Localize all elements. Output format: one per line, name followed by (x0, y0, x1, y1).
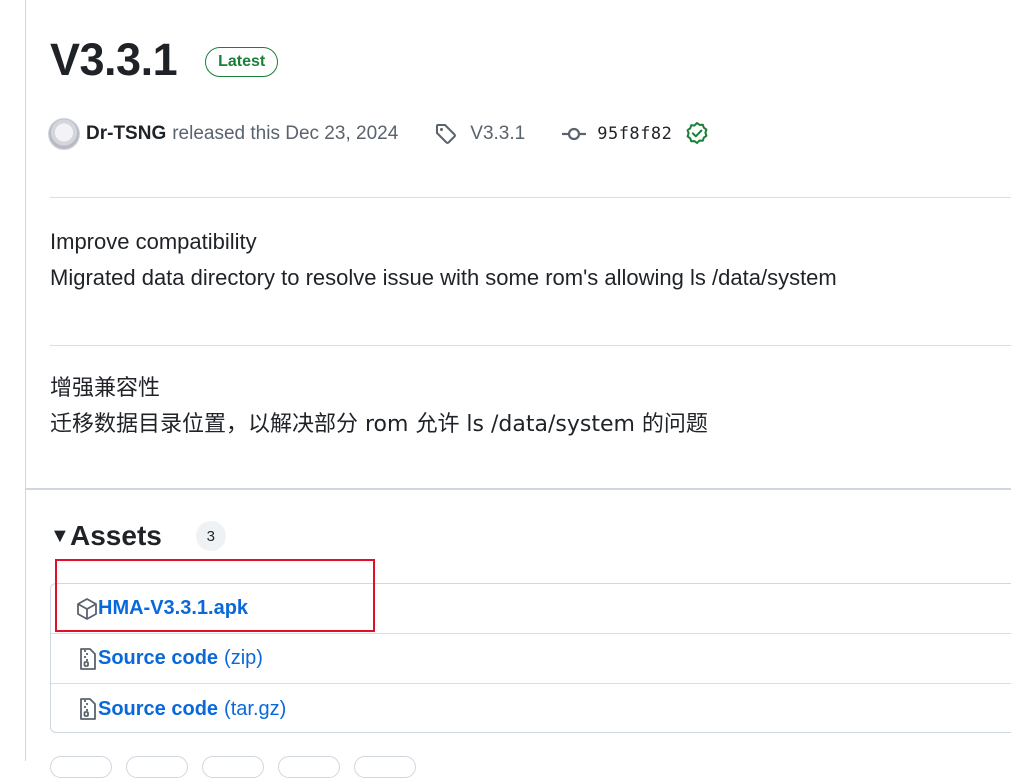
release-notes-en: Improve compatibility Migrated data dire… (50, 224, 837, 296)
release-meta: Dr-TSNG released this Dec 23, 2024 V3.3.… (48, 117, 710, 151)
reaction-button[interactable] (278, 756, 340, 778)
avatar[interactable] (48, 118, 80, 150)
note-line: Improve compatibility (50, 229, 257, 254)
file-zip-icon (76, 647, 98, 671)
asset-link[interactable]: HMA-V3.3.1.apk (98, 597, 248, 620)
latest-badge: Latest (205, 47, 279, 77)
section-divider (26, 488, 1011, 490)
assets-toggle[interactable]: ▼ Assets 3 (50, 520, 226, 552)
divider (50, 345, 1011, 346)
release-page: V3.3.1 Latest Dr-TSNG released this Dec … (26, 0, 1011, 778)
author-link[interactable]: Dr-TSNG (86, 123, 166, 145)
asset-row[interactable]: Source code (tar.gz) (51, 684, 1011, 734)
asset-row[interactable]: HMA-V3.3.1.apk (51, 584, 1011, 634)
asset-link[interactable]: Source code (98, 647, 218, 670)
divider (50, 197, 1011, 198)
assets-count-badge: 3 (195, 521, 226, 551)
commit-link[interactable]: 95f8f82 (597, 124, 672, 144)
reaction-button[interactable] (202, 756, 264, 778)
verified-icon[interactable] (684, 121, 710, 147)
package-icon (76, 597, 98, 621)
reaction-button[interactable] (354, 756, 416, 778)
tag-link[interactable]: V3.3.1 (470, 123, 525, 145)
assets-list: HMA-V3.3.1.apk Source code (zip) Source … (50, 583, 1011, 733)
asset-row[interactable]: Source code (zip) (51, 634, 1011, 684)
asset-suffix: (zip) (224, 647, 263, 669)
asset-link[interactable]: Source code (98, 698, 218, 721)
release-title[interactable]: V3.3.1 (50, 30, 178, 90)
caret-down-icon: ▼ (50, 524, 70, 547)
released-date-text: released this Dec 23, 2024 (172, 123, 399, 144)
release-header: V3.3.1 Latest (50, 30, 279, 90)
file-zip-icon (76, 697, 98, 721)
asset-suffix: (tar.gz) (224, 697, 287, 720)
note-line: 增强兼容性 (50, 376, 161, 401)
note-line: 迁移数据目录位置，以解决部分 rom 允许 ls /data/system 的问… (50, 412, 708, 437)
assets-title: Assets (70, 520, 162, 551)
release-notes-zh: 增强兼容性 迁移数据目录位置，以解决部分 rom 允许 ls /data/sys… (50, 371, 708, 443)
commit-icon (561, 122, 587, 146)
tag-icon (434, 122, 458, 146)
reactions-row (50, 756, 416, 778)
note-line: Migrated data directory to resolve issue… (50, 265, 837, 290)
reaction-button[interactable] (126, 756, 188, 778)
reaction-button[interactable] (50, 756, 112, 778)
